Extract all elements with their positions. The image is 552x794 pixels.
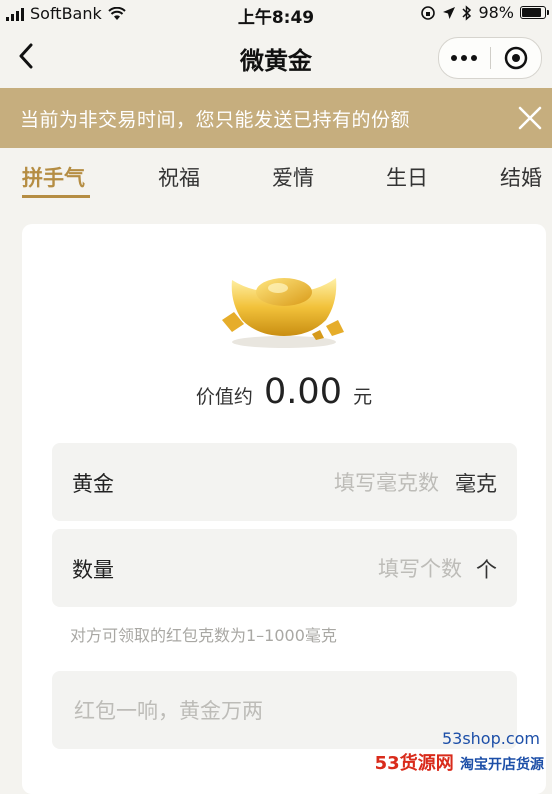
amount-hint: 对方可领取的红包克数为1–1000毫克 — [70, 626, 337, 645]
gold-ingot-icon — [222, 278, 344, 348]
close-icon — [518, 106, 542, 130]
location-icon — [443, 6, 456, 19]
more-button[interactable] — [439, 38, 490, 78]
watermark-brand: 53货源网 淘宝开店货源 — [375, 749, 544, 775]
status-right: 98% — [420, 3, 549, 22]
watermark: 53shop.com 53货源网 淘宝开店货源 — [358, 729, 548, 775]
gift-card: 价值约 0.00 元 黄金 毫克 数量 个 对方可领取的红包克数为1–1000毫… — [22, 224, 546, 794]
blessing-message-input[interactable] — [72, 691, 496, 731]
gold-amount-input[interactable] — [202, 463, 441, 503]
tab-blessing[interactable]: 祝福 — [158, 162, 200, 192]
gold-amount-field: 黄金 毫克 — [52, 443, 517, 521]
target-icon — [504, 46, 527, 70]
tab-birthday[interactable]: 生日 — [386, 162, 428, 192]
nav-bar: 微黄金 — [0, 28, 552, 86]
orientation-lock-icon — [421, 5, 436, 20]
value-prefix: 价值约 — [195, 386, 253, 408]
notice-close-button[interactable] — [516, 104, 544, 132]
watermark-site: 53shop.com — [441, 729, 540, 748]
quantity-input[interactable] — [202, 549, 464, 589]
mini-program-capsule — [438, 37, 542, 79]
tab-love[interactable]: 爱情 — [272, 162, 314, 192]
value-row: 价值约 0.00 元 — [22, 372, 546, 412]
quantity-field: 数量 个 — [52, 529, 517, 607]
quantity-unit: 个 — [476, 558, 497, 582]
more-dots-icon — [451, 55, 478, 61]
gold-label: 黄金 — [72, 472, 114, 496]
value-unit: 元 — [353, 386, 373, 408]
watermark-brand-sub: 淘宝开店货源 — [460, 757, 544, 773]
notice-banner: 当前为非交易时间，您只能发送已持有的份额 — [0, 88, 552, 148]
category-tabs: 拼手气 祝福 爱情 生日 结婚 — [0, 152, 552, 204]
notice-text: 当前为非交易时间，您只能发送已持有的份额 — [20, 108, 411, 131]
gold-unit: 毫克 — [455, 472, 497, 496]
status-bar: SoftBank 上午8:49 98% — [0, 0, 552, 28]
tab-wedding[interactable]: 结婚 — [500, 162, 542, 192]
bluetooth-icon — [462, 4, 472, 21]
battery-percent: 98% — [478, 3, 514, 22]
active-tab-indicator — [22, 195, 90, 198]
watermark-brand-main: 53货源网 — [374, 753, 454, 774]
tab-lucky[interactable]: 拼手气 — [22, 162, 85, 192]
battery-icon — [520, 6, 549, 19]
value-amount: 0.00 — [264, 372, 342, 412]
quantity-label: 数量 — [72, 558, 114, 582]
close-mini-program-button[interactable] — [491, 38, 542, 78]
